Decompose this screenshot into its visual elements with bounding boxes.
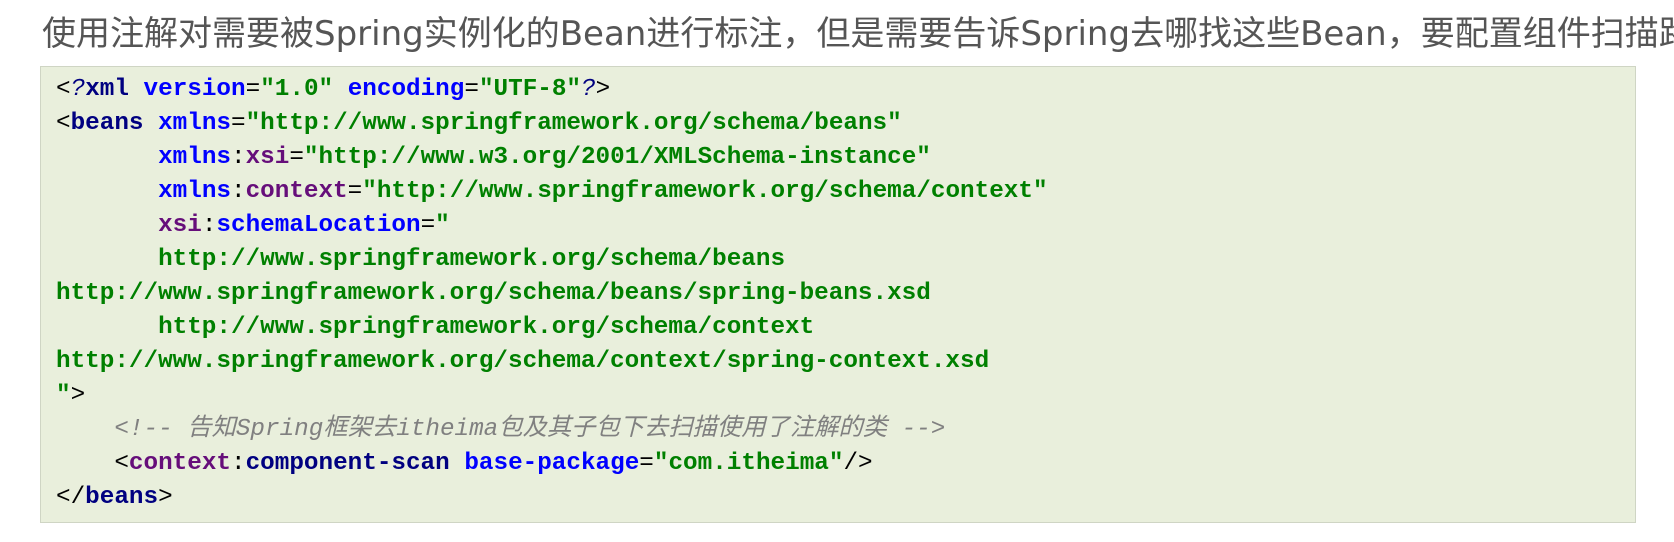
page-heading: 使用注解对需要被Spring实例化的Bean进行标注，但是需要告诉Spring去… bbox=[42, 14, 1674, 54]
code-token: "com.itheima" bbox=[653, 450, 844, 477]
code-token: = bbox=[420, 212, 436, 239]
code-token: version bbox=[143, 76, 246, 103]
code-token: < bbox=[114, 450, 129, 477]
code-line: http://www.springframework.org/schema/be… bbox=[56, 277, 1048, 311]
code-token: < bbox=[56, 76, 71, 103]
code-token: "1.0" bbox=[260, 76, 334, 103]
code-token: < bbox=[56, 110, 71, 137]
code-line: <context:component-scan base-package="co… bbox=[56, 447, 1048, 481]
code-token: "http://www.springframework.org/schema/c… bbox=[362, 178, 1048, 205]
code-line: xmlns:context="http://www.springframewor… bbox=[56, 175, 1048, 209]
code-token: http://www.springframework.org/schema/co… bbox=[56, 314, 815, 341]
code-token: " bbox=[435, 212, 450, 239]
code-line: </beans> bbox=[56, 481, 1048, 515]
code-token: beans bbox=[70, 110, 144, 137]
code-token: "UTF-8" bbox=[478, 76, 582, 103]
code-token: xml bbox=[85, 76, 129, 103]
code-token: context bbox=[128, 450, 231, 477]
code-token: xsi bbox=[245, 144, 290, 171]
code-token: xmlns bbox=[158, 144, 231, 171]
code-token: xmlns bbox=[158, 178, 231, 205]
code-token: component-scan bbox=[245, 450, 450, 477]
code-token: : bbox=[201, 212, 217, 239]
code-token: http://www.springframework.org/schema/be… bbox=[56, 280, 931, 307]
xml-code: <?xml version="1.0" encoding="UTF-8"?> <b… bbox=[56, 73, 1048, 515]
code-token: : bbox=[230, 178, 246, 205]
code-token: "http://www.springframework.org/schema/b… bbox=[245, 110, 902, 137]
code-token: http://www.springframework.org/schema/be… bbox=[56, 246, 786, 273]
code-line: xmlns:xsi="http://www.w3.org/2001/XMLSch… bbox=[56, 141, 1048, 175]
code-token: ? bbox=[581, 76, 596, 103]
code-token: : bbox=[231, 450, 246, 477]
code-token: " bbox=[56, 382, 71, 409]
code-token: </ bbox=[56, 484, 86, 511]
code-line: http://www.springframework.org/schema/co… bbox=[56, 345, 1048, 379]
code-block: <?xml version="1.0" encoding="UTF-8"?> <b… bbox=[40, 66, 1636, 523]
code-line: http://www.springframework.org/schema/co… bbox=[56, 311, 1048, 345]
code-token: base-package bbox=[464, 450, 640, 477]
code-token: > bbox=[158, 484, 173, 511]
code-line: http://www.springframework.org/schema/be… bbox=[56, 243, 1048, 277]
code-token: xmlns bbox=[158, 110, 231, 137]
code-token: > bbox=[595, 76, 611, 103]
code-token: = bbox=[231, 110, 246, 137]
code-token: = bbox=[245, 76, 261, 103]
code-token: "http://www.w3.org/2001/XMLSchema-instan… bbox=[303, 144, 931, 171]
code-token: http://www.springframework.org/schema/co… bbox=[56, 348, 990, 375]
code-token: = bbox=[639, 450, 654, 477]
code-line: <?xml version="1.0" encoding="UTF-8"?> bbox=[56, 73, 1048, 107]
code-token: > bbox=[70, 382, 86, 409]
code-token: <!-- 告知Spring框架去itheima包及其子包下去扫描使用了注解的类 … bbox=[114, 416, 946, 443]
code-token: context bbox=[245, 178, 348, 205]
code-token: = bbox=[464, 76, 479, 103]
code-line: xsi:schemaLocation=" bbox=[56, 209, 1048, 243]
code-token: beans bbox=[85, 484, 159, 511]
code-token: encoding bbox=[347, 76, 465, 103]
code-token: : bbox=[230, 144, 246, 171]
code-token: /> bbox=[843, 450, 873, 477]
code-line: <beans xmlns="http://www.springframework… bbox=[56, 107, 1048, 141]
code-token: ? bbox=[70, 76, 86, 103]
code-line: <!-- 告知Spring框架去itheima包及其子包下去扫描使用了注解的类 … bbox=[56, 413, 1048, 447]
code-token: = bbox=[289, 144, 304, 171]
code-token: xsi bbox=[158, 212, 202, 239]
code-token: = bbox=[347, 178, 363, 205]
code-token: schemaLocation bbox=[216, 212, 421, 239]
code-line: "> bbox=[56, 379, 1048, 413]
